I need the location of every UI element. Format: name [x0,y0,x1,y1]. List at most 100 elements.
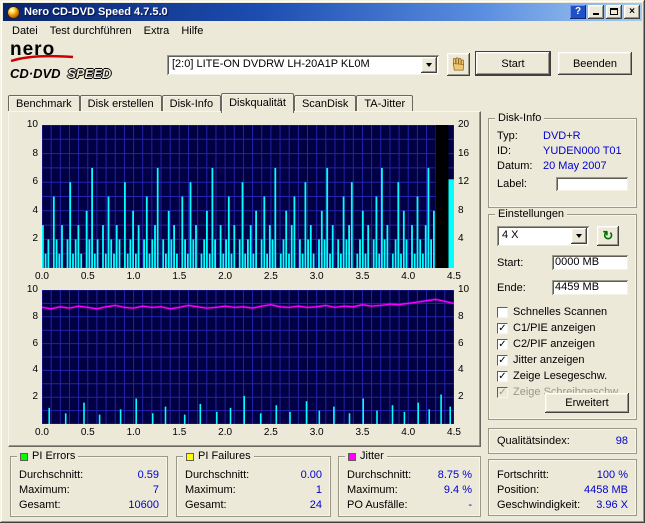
nero-logo: nero CD·DVD SPEED [10,40,165,86]
axis-tick-label: 20 [458,119,470,130]
axis-tick-label: 12 [458,176,470,188]
progress-label: Fortschritt: [497,468,549,481]
drive-select[interactable]: [2:0] LITE-ON DVDRW LH-20A1P KL0M [167,55,439,75]
minimize-icon [593,13,599,15]
axis-tick-label: 2.0 [218,427,233,438]
chevron-down-icon[interactable] [421,57,437,73]
start-button[interactable]: Start [475,51,551,76]
speed-label: SPEED [67,66,112,81]
checkbox-c2-pif-anzeigen[interactable]: ✓ C2/PIF anzeigen [489,336,636,352]
disk-date-label: Datum: [497,159,533,172]
menu-item-datei[interactable]: Datei [6,23,44,39]
jitter-plot [42,290,454,424]
stat-value: 7 [152,483,159,496]
chevron-down-icon[interactable] [571,228,587,244]
pi-failures-stats: PI Failures Durchschnitt: 0.00 Maximum: 1 … [176,450,331,517]
axis-tick-label: 4 [458,233,464,245]
speed-select[interactable]: 4 X [497,226,589,246]
quality-index-panel: Qualitätsindex: 98 [488,428,637,454]
close-button[interactable]: × [624,5,640,19]
checkbox-zeige-lesegeschw[interactable]: ✓ Zeige Lesegeschw. [489,368,636,384]
checkbox-box[interactable]: ✓ [497,338,508,350]
axis-tick-label: 4 [32,204,38,216]
position-row: Position: 4458 MB [489,482,636,497]
tab-disk-erstellen[interactable]: Disk erstellen [79,95,162,112]
titlebar-buttons: ? × [570,5,640,19]
app-window: Nero CD-DVD Speed 4.7.5.0 ? × Datei Test… [0,0,645,523]
stat-value: 24 [309,498,322,511]
axis-tick-label: 2.0 [218,271,233,282]
axis-tick-label: 2 [32,391,38,403]
tab-diskqualitaet[interactable]: Diskqualität [221,93,294,113]
axis-tick-label: 1.0 [126,427,141,438]
start-input[interactable]: 0000 MB [552,255,628,270]
checkbox-box[interactable]: ✓ [497,322,508,334]
drive-control-button[interactable] [447,53,470,76]
dropdown-triangle [426,63,432,67]
tab-strip: Benchmark Disk erstellen Disk-Info Diskq… [8,93,414,113]
label-input[interactable] [556,176,628,191]
checkbox-box[interactable] [497,306,508,318]
axis-tick-label: 6 [32,176,38,188]
checkbox-jitter-anzeigen[interactable]: ✓ Jitter anzeigen [489,352,636,368]
hand-icon [452,57,465,71]
speed-row: Geschwindigkeit: 3.96 X [489,497,636,512]
stat-row: Maximum: 1 [177,482,330,497]
stat-row: PO Ausfälle: - [339,497,480,512]
checkbox-label: Schnelles Scannen [513,306,608,318]
tab-benchmark[interactable]: Benchmark [8,95,80,112]
quality-index-value: 98 [615,435,628,447]
checkbox-schnelles-scannen[interactable]: Schnelles Scannen [489,304,636,320]
stat-label: Maximum: [347,483,398,496]
checkbox-label: Zeige Lesegeschw. [513,370,608,382]
maximize-button[interactable] [606,5,622,19]
refresh-button[interactable]: ↻ [597,226,619,246]
start-label: Start: [497,256,524,269]
advanced-button[interactable]: Erweitert [545,393,629,413]
axis-tick-label: 4.5 [447,271,461,282]
menu-item-hilfe[interactable]: Hilfe [175,23,209,39]
cd-dvd-label: CD·DVD [10,66,61,81]
axis-tick-label: 10 [26,119,38,130]
axis-tick-label: 3.0 [309,427,324,438]
disk-date-value: 20 May 2007 [543,159,607,172]
stat-value: 1 [315,483,322,496]
speed-label: Geschwindigkeit: [497,498,581,511]
jitter-stats: Jitter Durchschnitt: 8.75 % Maximum: 9.4 %… [338,450,481,517]
end-input[interactable]: 4459 MB [552,280,628,295]
disk-id-value: YUDEN000 T01 [543,144,622,157]
stat-title: PI Errors [32,450,76,462]
checkbox-box[interactable]: ✓ [497,370,508,382]
checkbox-box[interactable]: ✓ [497,354,508,366]
tab-scandisk[interactable]: ScanDisk [293,95,357,112]
axis-tick-label: 0.5 [80,427,95,438]
minimize-button[interactable] [588,5,604,19]
tab-ta-jitter[interactable]: TA-Jitter [356,95,414,112]
stat-label: Maximum: [19,483,70,496]
help-button[interactable]: ? [570,5,586,19]
tab-disk-info[interactable]: Disk-Info [161,95,222,112]
axis-tick-label: 1.0 [126,271,141,282]
settings-group: Einstellungen 4 X ↻ Start: 0000 MB Ende:… [488,208,637,420]
end-row: Ende: 4459 MB [489,279,636,296]
menu-item-extra[interactable]: Extra [138,23,176,39]
pi-errors-chart: 0.0 0.5 1.0 1.5 2.0 2.5 3.0 3.5 4.0 4.5 10 20 8 16 6 12… [12,117,476,283]
progress-row: Fortschritt: 100 % [489,467,636,482]
stat-row: Durchschnitt: 0.00 [177,467,330,482]
disk-info-row: Label: [489,176,636,191]
axis-tick-label: 10 [458,284,470,295]
quit-button[interactable]: Beenden [558,52,632,75]
checkbox-c1-pie-anzeigen[interactable]: ✓ C1/PIE anzeigen [489,320,636,336]
menu-item-test-durchfuehren[interactable]: Test durchführen [44,23,138,39]
axis-tick-label: 1.5 [172,271,187,282]
checkbox-label: Jitter anzeigen [513,354,585,366]
stat-row: Gesamt: 10600 [11,497,167,512]
stat-label: Maximum: [185,483,236,496]
position-label: Position: [497,483,540,496]
app-icon [7,5,20,19]
stat-row: Durchschnitt: 0.59 [11,467,167,482]
progress-panel: Fortschritt: 100 % Position: 4458 MB Ges… [488,459,637,516]
pi-errors-swatch [20,452,28,461]
axis-tick-label: 2 [458,391,464,403]
title-bar[interactable]: Nero CD-DVD Speed 4.7.5.0 ? × [3,3,642,21]
